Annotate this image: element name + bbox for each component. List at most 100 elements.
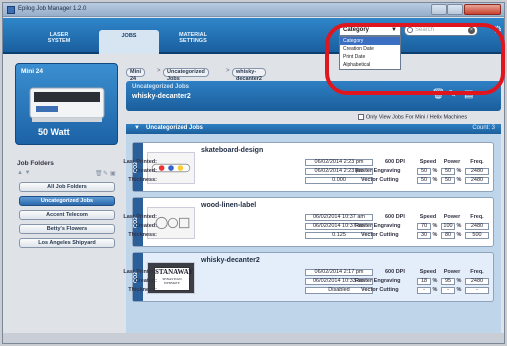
clear-icon[interactable]: × [468, 27, 475, 34]
only-view-checkbox[interactable]: Only View Jobs For Mini / Helix Machines [358, 114, 467, 120]
freq-header: Freq. [470, 214, 484, 220]
field-label: Thickness: [128, 232, 157, 238]
co2-badge: CO2 [133, 198, 143, 246]
percent-sign: % [432, 287, 438, 293]
logo-title: STANAWAY [155, 268, 194, 276]
tab-laser-system[interactable]: LASER SYSTEM [29, 32, 89, 44]
dropdown-option[interactable]: Creation Date [340, 45, 400, 53]
gear-icon[interactable]: ⚙ [493, 25, 502, 36]
raster-speed: 70 [417, 223, 431, 230]
title-bar: Epilog Job Manager 1.2.0 [3, 3, 504, 17]
job-header-folder: Uncategorized Jobs [132, 84, 190, 90]
machine-name: Mini 24 [21, 68, 44, 75]
job-count: Count: 3 [472, 125, 495, 131]
co2-badge: CO2 [133, 253, 143, 301]
tab-jobs[interactable]: JOBS [99, 30, 159, 54]
field-label: Created: [134, 168, 157, 174]
job-folders-heading: Job Folders [17, 160, 54, 167]
raster-speed: 50 [417, 168, 431, 175]
field-label: Created: [134, 223, 157, 229]
breadcrumb-separator: > [226, 68, 230, 74]
app-window: Epilog Job Manager 1.2.0 LASER SYSTEM JO… [2, 2, 505, 344]
folder-accent-telecom[interactable]: Accent Telecom [19, 210, 115, 220]
raster-freq: 2480 [465, 278, 489, 285]
sort-up-icon[interactable]: ▲ [17, 170, 23, 176]
job-card[interactable]: CO2 skateboard-design Last Printed: 06/0… [123, 142, 494, 192]
edit-icon[interactable]: ✎ [448, 89, 456, 100]
minimize-button[interactable] [431, 4, 447, 15]
field-label: Thickness: [128, 287, 157, 293]
vector-power: 50 [441, 177, 455, 184]
percent-sign: % [456, 278, 462, 284]
trash-icon[interactable]: 🗑 [432, 89, 445, 100]
dropdown-option[interactable]: Category [340, 37, 400, 45]
job-name: skateboard-design [201, 147, 264, 154]
top-nav: LASER SYSTEM JOBS MATERIAL SETTINGS [3, 18, 504, 54]
raster-power: 50 [441, 168, 455, 175]
vector-speed: 30 [417, 232, 431, 239]
collapse-arrow-icon[interactable]: ▼ [134, 125, 140, 131]
chevron-down-icon: ▼ [391, 27, 397, 33]
trash-icon[interactable]: 🗑 [95, 170, 103, 177]
laser-machine-image [29, 87, 105, 122]
percent-sign: % [456, 168, 462, 174]
folder-toolbar: ▲ ▼ 🗑 ✎ ▣ [17, 170, 117, 178]
search-input[interactable]: Search × [404, 25, 478, 36]
breadcrumb-item[interactable]: whisky-decanter2 [232, 68, 266, 82]
breadcrumb-separator: > [157, 68, 161, 74]
wattage-label: 50 Watt [38, 127, 70, 137]
job-list-title: Uncategorized Jobs [146, 125, 204, 131]
vector-freq: - [465, 287, 489, 294]
status-bar [3, 333, 504, 343]
edit-icon[interactable]: ✎ [103, 170, 108, 177]
search-icon [407, 27, 413, 33]
only-view-label: Only View Jobs For Mini / Helix Machines [366, 114, 468, 121]
percent-sign: % [432, 232, 438, 238]
vector-freq: 2480 [465, 177, 489, 184]
machine-card[interactable]: Mini 24 50 Watt [15, 63, 118, 145]
window-title: Epilog Job Manager 1.2.0 [18, 6, 87, 12]
field-value: 06/02/2014 10:37 am [305, 214, 373, 221]
tab-material-settings[interactable]: MATERIAL SETTINGS [163, 32, 223, 44]
co2-badge: CO2 [133, 143, 143, 191]
checkbox-icon[interactable] [358, 114, 364, 120]
job-card-selected[interactable]: CO2 STANAWAY SEBASTIAN WHISKEY whisky-de… [123, 252, 494, 302]
main-panel: Mini 24 > Uncategorized Jobs > whisky-de… [123, 63, 501, 333]
dropdown-option[interactable]: Alphabetical [340, 61, 400, 69]
job-list-header[interactable]: ▼ Uncategorized Jobs Count: 3 [126, 124, 501, 134]
app-icon [7, 6, 15, 14]
vector-speed: - [417, 287, 431, 294]
raster-label: Raster Engraving [355, 278, 401, 284]
sort-down-icon[interactable]: ▼ [25, 170, 31, 176]
folder-add-icon[interactable]: ▣ [110, 170, 116, 177]
maximize-button[interactable] [447, 4, 463, 15]
job-header-name: whisky-decanter2 [132, 93, 191, 100]
print-icon[interactable]: ▤ [464, 89, 473, 100]
breadcrumb-item[interactable]: Uncategorized Jobs [163, 68, 209, 82]
percent-sign: % [456, 287, 462, 293]
raster-freq: 2480 [465, 223, 489, 230]
folder-bettys-flowers[interactable]: Betty's Flowers [19, 224, 115, 234]
field-label: Last Printed: [123, 269, 157, 275]
dropdown-option[interactable]: Print Date [340, 53, 400, 61]
percent-sign: % [432, 168, 438, 174]
job-name: whisky-decanter2 [201, 257, 260, 264]
folder-la-shipyard[interactable]: Los Angeles Shipyard [19, 238, 115, 248]
raster-speed: 18 [417, 278, 431, 285]
tab-material-label2: SETTINGS [179, 38, 207, 44]
folder-uncategorized[interactable]: Uncategorized Jobs [19, 196, 115, 206]
raster-label: Raster Engraving [355, 168, 401, 174]
search-placeholder: Search [415, 27, 435, 33]
category-select[interactable]: Category ▼ [339, 25, 401, 36]
job-card[interactable]: CO2 wood-linen-label Last Printed: 06/02… [123, 197, 494, 247]
power-header: Power [443, 159, 461, 165]
field-value: 06/02/2014 2:23 pm [305, 159, 373, 166]
breadcrumb-item[interactable]: Mini 24 [126, 68, 145, 82]
folder-all[interactable]: All Job Folders [19, 182, 115, 192]
raster-power: 95 [441, 278, 455, 285]
field-label: Created: [134, 278, 157, 284]
speed-header: Speed [419, 159, 437, 165]
percent-sign: % [432, 177, 438, 183]
close-button[interactable] [464, 4, 501, 15]
vector-label: Vector Cutting [361, 232, 399, 238]
